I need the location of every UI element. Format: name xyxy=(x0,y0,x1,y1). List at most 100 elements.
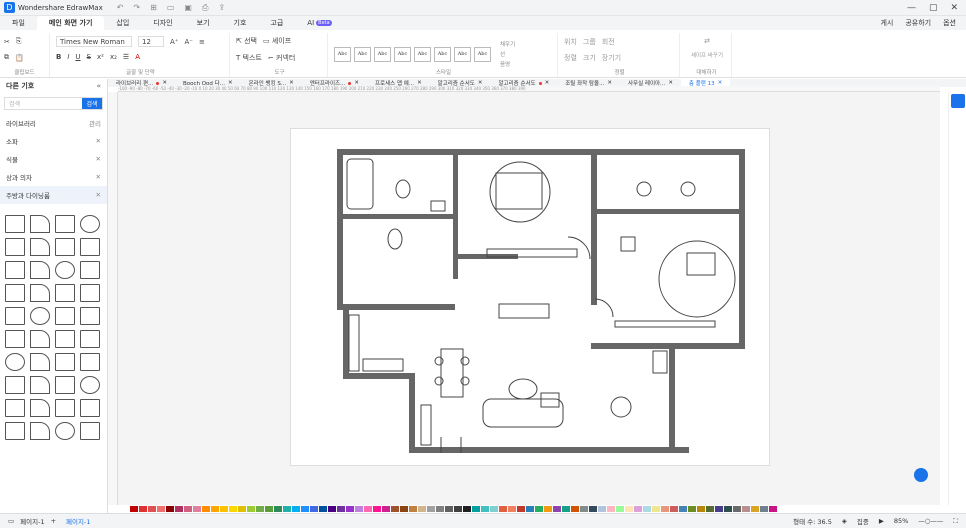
drawing-page[interactable] xyxy=(290,128,770,466)
color-swatch[interactable] xyxy=(292,506,300,512)
library-item-plants[interactable]: 식물 ✕ xyxy=(0,150,107,168)
close-icon[interactable]: ✕ xyxy=(96,191,101,199)
replace-shape-button[interactable]: 셰이프 바꾸기 xyxy=(691,51,723,59)
shape-thumbnail[interactable] xyxy=(30,261,50,279)
color-swatch[interactable] xyxy=(229,506,237,512)
library-search[interactable]: 검색 검색 xyxy=(4,97,103,110)
fill-button[interactable]: 채우기 xyxy=(500,40,515,48)
color-swatch[interactable] xyxy=(697,506,705,512)
color-swatch[interactable] xyxy=(184,506,192,512)
color-swatch[interactable] xyxy=(742,506,750,512)
color-swatch[interactable] xyxy=(220,506,228,512)
style-preset-2[interactable]: Abc xyxy=(354,46,371,62)
manage-button[interactable]: 관리 xyxy=(89,118,101,128)
menu-tab-symbols[interactable]: 기호 xyxy=(222,16,259,30)
color-swatch[interactable] xyxy=(382,506,390,512)
color-swatch[interactable] xyxy=(661,506,669,512)
color-swatch[interactable] xyxy=(544,506,552,512)
color-swatch[interactable] xyxy=(166,506,174,512)
shape-thumbnail[interactable] xyxy=(55,353,75,371)
shape-thumbnail[interactable] xyxy=(5,376,25,394)
color-swatch[interactable] xyxy=(679,506,687,512)
color-swatch[interactable] xyxy=(409,506,417,512)
zoom-slider[interactable]: —○—— xyxy=(918,517,943,525)
shape-thumbnail[interactable] xyxy=(5,215,25,233)
color-swatch[interactable] xyxy=(175,506,183,512)
shape-thumbnail[interactable] xyxy=(55,261,75,279)
bullets-icon[interactable]: ☰ xyxy=(123,53,129,61)
open-folder-icon[interactable]: ▭ xyxy=(167,3,175,13)
color-swatch[interactable] xyxy=(400,506,408,512)
color-swatch[interactable] xyxy=(553,506,561,512)
color-swatch[interactable] xyxy=(328,506,336,512)
cut-icon[interactable]: ✂ xyxy=(4,38,10,46)
shape-thumbnail[interactable] xyxy=(55,307,75,325)
color-swatch[interactable] xyxy=(598,506,606,512)
color-swatch[interactable] xyxy=(715,506,723,512)
active-page-tab[interactable]: 페이지-1 xyxy=(66,516,90,526)
shape-thumbnail[interactable] xyxy=(5,284,25,302)
color-swatch[interactable] xyxy=(616,506,624,512)
style-preset-6[interactable]: Abc xyxy=(434,46,451,62)
color-swatch[interactable] xyxy=(751,506,759,512)
copy-icon[interactable]: ⧉ xyxy=(4,53,9,62)
color-swatch[interactable] xyxy=(535,506,543,512)
shape-thumbnail[interactable] xyxy=(5,238,25,256)
text-tool[interactable]: T 텍스트 xyxy=(236,53,262,63)
add-page-button[interactable]: + xyxy=(51,517,56,525)
color-swatch[interactable] xyxy=(157,506,165,512)
play-icon[interactable]: ▶ xyxy=(879,517,884,525)
library-panel-title[interactable]: 다른 기호 xyxy=(6,81,34,91)
new-file-icon[interactable]: ⊞ xyxy=(150,3,157,13)
save-icon[interactable]: ▣ xyxy=(184,3,192,13)
color-swatch[interactable] xyxy=(319,506,327,512)
shape-thumbnail[interactable] xyxy=(5,307,25,325)
color-swatch[interactable] xyxy=(418,506,426,512)
color-swatch[interactable] xyxy=(193,506,201,512)
menu-tab-home[interactable]: 메인 화면 가기 xyxy=(36,16,105,30)
line-button[interactable]: 선 xyxy=(500,50,515,58)
color-swatch[interactable] xyxy=(283,506,291,512)
page-list-icon[interactable]: ▭ xyxy=(8,517,14,525)
color-swatch[interactable] xyxy=(148,506,156,512)
shape-thumbnail[interactable] xyxy=(30,215,50,233)
shape-thumbnail[interactable] xyxy=(5,261,25,279)
shape-thumbnail[interactable] xyxy=(30,330,50,348)
close-button[interactable]: ✕ xyxy=(950,3,958,13)
close-icon[interactable]: ✕ xyxy=(96,155,101,163)
color-swatch[interactable] xyxy=(202,506,210,512)
color-swatch[interactable] xyxy=(391,506,399,512)
library-item-tables-chairs[interactable]: 상과 의자 ✕ xyxy=(0,168,107,186)
shape-thumbnail[interactable] xyxy=(30,399,50,417)
print-icon[interactable]: ⎙ xyxy=(202,3,208,13)
shape-thumbnail[interactable] xyxy=(80,261,100,279)
shape-thumbnail[interactable] xyxy=(55,284,75,302)
underline-icon[interactable]: U xyxy=(75,53,80,61)
shape-thumbnail[interactable] xyxy=(5,399,25,417)
group-button[interactable]: 그룹 xyxy=(583,37,596,47)
color-swatch[interactable] xyxy=(130,506,138,512)
publish-button[interactable]: 게시 xyxy=(880,18,893,28)
select-tool[interactable]: ⇱ 선택 xyxy=(236,36,257,46)
color-swatch[interactable] xyxy=(769,506,777,512)
color-swatch[interactable] xyxy=(580,506,588,512)
shape-thumbnail[interactable] xyxy=(5,330,25,348)
menu-tab-ai[interactable]: AI Beta xyxy=(295,16,343,30)
color-swatch[interactable] xyxy=(517,506,525,512)
color-swatch[interactable] xyxy=(526,506,534,512)
shape-thumbnail[interactable] xyxy=(80,238,100,256)
color-swatch[interactable] xyxy=(463,506,471,512)
color-swatch[interactable] xyxy=(625,506,633,512)
font-family-select[interactable]: Times New Roman xyxy=(56,36,132,47)
color-swatch[interactable] xyxy=(274,506,282,512)
search-button[interactable]: 검색 xyxy=(82,98,102,109)
collapse-panel-icon[interactable]: « xyxy=(96,82,101,90)
position-button[interactable]: 위치 xyxy=(564,37,577,47)
shape-thumbnail[interactable] xyxy=(30,284,50,302)
shape-thumbnail[interactable] xyxy=(55,238,75,256)
menu-tab-design[interactable]: 디자인 xyxy=(141,16,184,30)
close-icon[interactable]: ✕ xyxy=(96,137,101,145)
format-painter-icon[interactable]: ⎘ xyxy=(16,37,22,46)
menu-tab-view[interactable]: 보기 xyxy=(185,16,222,30)
superscript-icon[interactable]: x² xyxy=(97,53,104,61)
